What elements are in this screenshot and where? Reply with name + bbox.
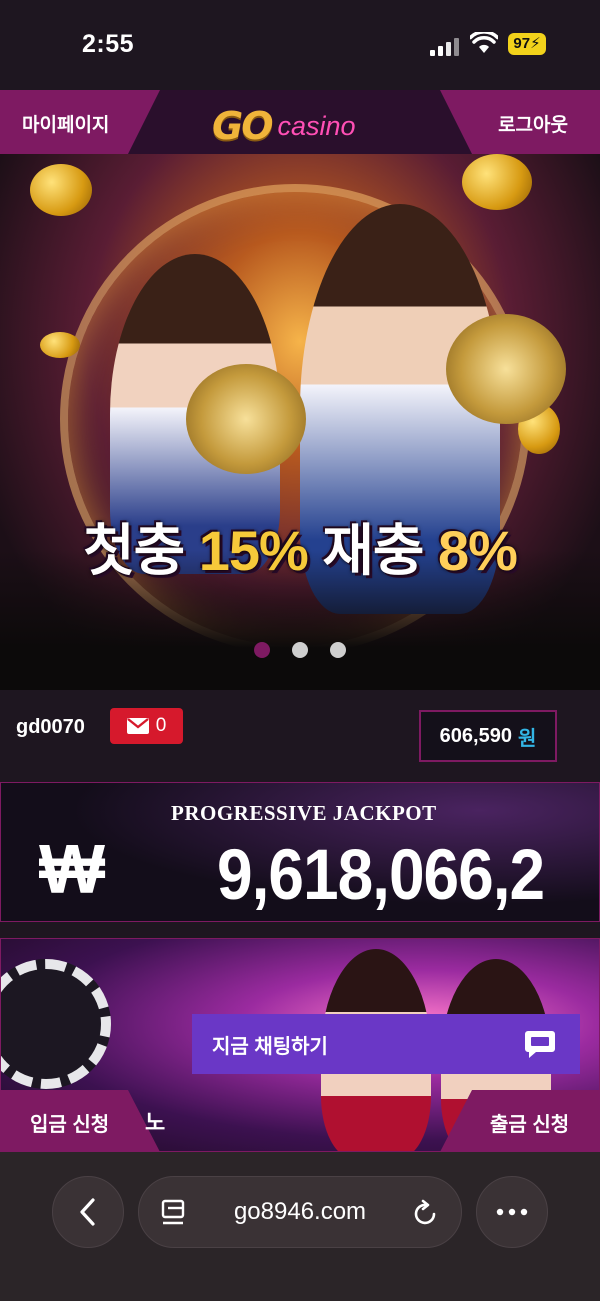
carousel-dots (0, 642, 600, 663)
carousel-dot-2[interactable] (292, 642, 308, 658)
carousel-dot-3[interactable] (330, 642, 346, 658)
user-info-bar: gd0070 0 606,590 원 (0, 690, 600, 782)
more-dots-icon (496, 1208, 528, 1216)
chat-label: 지금 채팅하기 (212, 1035, 328, 1058)
balance-box: 606,590 원 (419, 710, 557, 762)
chat-bubble-icon (524, 1028, 556, 1066)
wifi-icon (468, 30, 500, 59)
address-bar[interactable]: go8946.com (138, 1176, 462, 1248)
message-button[interactable]: 0 (110, 708, 183, 744)
live-chat-button[interactable]: 지금 채팅하기 (192, 1014, 580, 1074)
chevron-left-icon (80, 1198, 95, 1226)
carousel-dot-1[interactable] (254, 642, 270, 658)
jackpot-banner: PROGRESSIVE JACKPOT ₩ 9,618,066,2 (0, 782, 600, 922)
hero-banner[interactable]: 첫충 15% 재충 8% (0, 154, 600, 690)
message-count: 0 (155, 715, 167, 736)
pompom-icon (446, 314, 566, 424)
jackpot-amount: 9,618,066,2 (217, 834, 545, 915)
username: gd0070 (16, 716, 85, 738)
cellular-signal-icon (430, 36, 460, 56)
casino-promo-section: 지금 채팅하기 입금 신청 노 출금 신청 (0, 922, 600, 1152)
url-text: go8946.com (233, 1198, 367, 1225)
logo-go: GO (212, 104, 273, 148)
poker-chip-icon (1, 959, 111, 1089)
balance-unit: 원 (517, 727, 537, 750)
withdraw-label: 출금 신청 (490, 1114, 570, 1136)
gold-coin-icon (462, 154, 532, 210)
logout-link[interactable]: 로그아웃 (498, 110, 568, 137)
browser-toolbar: go8946.com (0, 1152, 600, 1301)
status-time: 2:55 (82, 30, 135, 58)
more-options-button[interactable] (476, 1176, 548, 1248)
gold-coin-icon (40, 332, 80, 358)
back-button[interactable] (52, 1176, 124, 1248)
promo-partial-text: 노 (145, 1110, 166, 1135)
pompom-icon (186, 364, 306, 474)
tab-overview-icon[interactable] (161, 1199, 187, 1234)
status-bar: 2:55 97⚡ (0, 0, 600, 90)
jackpot-currency-symbol: ₩ (39, 830, 106, 908)
gold-coin-icon (30, 164, 92, 216)
mypage-link[interactable]: 마이페이지 (22, 110, 109, 137)
jackpot-title: PROGRESSIVE JACKPOT (171, 801, 437, 825)
site-header: 마이페이지 로그아웃 GO casino (0, 90, 600, 154)
banner-promo-text: 첫충 15% 재충 8% (83, 519, 518, 582)
battery-indicator: 97⚡ (508, 33, 546, 55)
logo-casino: casino (277, 110, 356, 141)
site-logo[interactable]: GO casino (212, 104, 356, 148)
envelope-icon (126, 718, 149, 734)
balance-amount: 606,590 (439, 724, 512, 747)
deposit-label: 입금 신청 (30, 1114, 110, 1136)
reload-icon[interactable] (411, 1199, 439, 1234)
